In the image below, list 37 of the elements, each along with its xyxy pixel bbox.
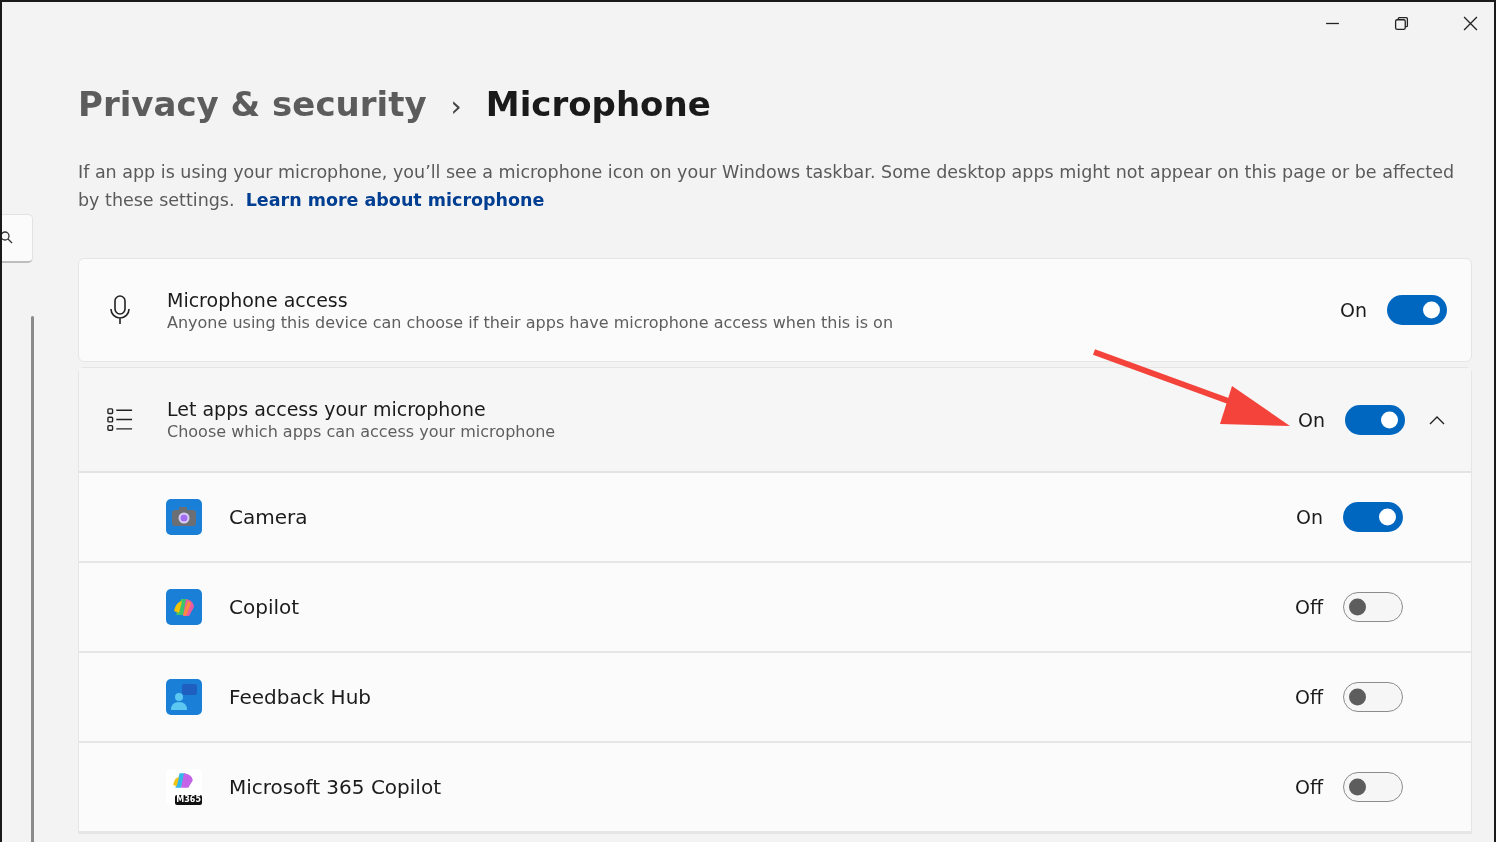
page-title: Microphone [485, 84, 711, 124]
setting-subtitle: Choose which apps can access your microphone [167, 422, 557, 441]
toggle-state-label: Off [1294, 686, 1323, 708]
m365-badge: M365 [175, 795, 202, 805]
scrollbar[interactable] [31, 316, 34, 842]
let-apps-header[interactable]: Let apps access your microphone Choose which apps can access your microphone On [79, 368, 1471, 473]
search-icon [2, 231, 14, 245]
toggle-state-label: On [1298, 408, 1325, 431]
app-name: Microsoft 365 Copilot [229, 775, 442, 799]
setting-title: Let apps access your microphone [167, 398, 487, 420]
microphone-icon [107, 295, 133, 325]
toggle-switch[interactable] [1345, 404, 1405, 435]
toggle-switch[interactable] [1387, 295, 1447, 325]
toggle-state-label: Off [1294, 596, 1323, 618]
toggle-switch[interactable] [1343, 502, 1403, 532]
search-field[interactable] [2, 214, 33, 263]
app-name: Camera [229, 505, 309, 529]
app-name: Feedback Hub [229, 685, 372, 709]
setting-subtitle: Anyone using this device can choose if their apps have microphone access when this is on [167, 312, 895, 332]
toggle-switch[interactable] [1343, 682, 1403, 712]
toggle-state-label: On [1340, 299, 1367, 321]
close-icon[interactable] [1463, 16, 1478, 31]
toggle-state-label: Off [1294, 776, 1323, 798]
description-text: If an app is using your microphone, you’ll see a microphone icon on your Windows taskbar. Some desktop apps might not appear on this page or be affected by these settings. Learn more about microphone [78, 161, 1456, 212]
restore-icon[interactable] [1394, 16, 1409, 31]
toggle-state-label: On [1296, 506, 1323, 528]
breadcrumb-link[interactable]: Privacy & security [78, 84, 427, 124]
feedback-app-icon [166, 679, 202, 715]
camera-app-icon [166, 499, 202, 535]
breadcrumb-separator: › [450, 90, 462, 123]
toggle-switch[interactable] [1343, 592, 1403, 622]
learn-more-link[interactable]: Learn more about microphone [245, 190, 545, 210]
chevron-up-icon[interactable] [1429, 414, 1445, 425]
setting-title: Microphone access [167, 288, 349, 311]
app-name: Copilot [229, 595, 301, 619]
toggle-switch[interactable] [1343, 772, 1403, 802]
copilot-app-icon [166, 589, 202, 625]
